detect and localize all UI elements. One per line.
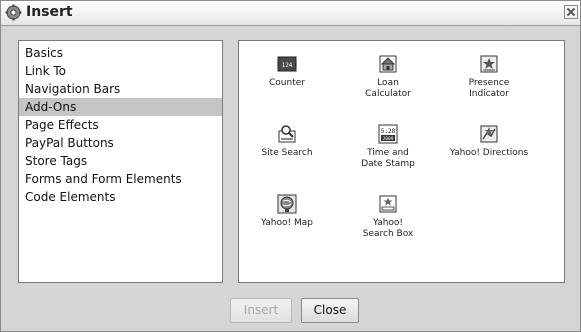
category-item-basics[interactable]: Basics xyxy=(19,44,222,62)
presence-indicator-icon xyxy=(478,53,500,75)
yahoo-map-icon xyxy=(276,193,298,215)
addon-label: Counter xyxy=(269,78,305,88)
addon-counter[interactable]: 124 Counter xyxy=(239,53,335,89)
addon-label: Site Search xyxy=(261,148,313,158)
yahoo-directions-icon xyxy=(478,123,500,145)
category-item-link-to[interactable]: Link To xyxy=(19,62,222,80)
date-icon-text: 2009 xyxy=(383,136,394,142)
category-list[interactable]: Basics Link To Navigation Bars Add-Ons Page … xyxy=(18,40,223,283)
category-item-store-tags[interactable]: Store Tags xyxy=(19,152,222,170)
addon-yahoo-map[interactable]: Yahoo! Map xyxy=(239,193,335,229)
addons-grid: 124 Counter Loan Calculator Presence Ind… xyxy=(238,40,565,283)
addon-yahoo-search-box[interactable]: Yahoo! Search Box xyxy=(340,193,436,240)
loan-calculator-icon xyxy=(377,53,399,75)
category-item-page-effects[interactable]: Page Effects xyxy=(19,116,222,134)
category-item-navigation-bars[interactable]: Navigation Bars xyxy=(19,80,222,98)
counter-icon-digits: 124 xyxy=(282,62,293,69)
insert-button[interactable]: Insert xyxy=(230,298,292,323)
addon-label: Yahoo! Search Box xyxy=(362,218,414,239)
insert-gear-icon xyxy=(5,4,22,21)
addon-label: Yahoo! Directions xyxy=(449,148,529,158)
addon-presence-indicator[interactable]: Presence Indicator xyxy=(441,53,537,100)
category-item-code-elements[interactable]: Code Elements xyxy=(19,188,222,206)
site-search-icon xyxy=(276,123,298,145)
title-bar[interactable]: Insert xyxy=(1,1,580,26)
addon-yahoo-directions[interactable]: Yahoo! Directions xyxy=(441,123,537,159)
addon-label: Yahoo! Map xyxy=(261,218,313,228)
yahoo-search-box-icon xyxy=(377,193,399,215)
addon-site-search[interactable]: Site Search xyxy=(239,123,335,159)
time-date-stamp-icon: 5:28 2009 xyxy=(377,123,399,145)
category-item-paypal-buttons[interactable]: PayPal Buttons xyxy=(19,134,222,152)
insert-dialog: Insert Basics Link To Navigation Bars Add-O… xyxy=(0,0,581,332)
close-button[interactable]: Close xyxy=(301,298,359,323)
addon-label: Presence Indicator xyxy=(468,78,510,99)
counter-icon: 124 xyxy=(276,53,298,75)
addon-loan-calculator[interactable]: Loan Calculator xyxy=(340,53,436,100)
category-item-add-ons[interactable]: Add-Ons xyxy=(19,98,222,116)
addon-time-date-stamp[interactable]: 5:28 2009 Time and Date Stamp xyxy=(340,123,436,170)
dialog-title: Insert xyxy=(26,4,73,20)
close-icon[interactable] xyxy=(564,5,578,19)
addon-label: Loan Calculator xyxy=(365,78,411,99)
addon-label: Time and Date Stamp xyxy=(361,148,415,169)
category-item-forms-and-form-elements[interactable]: Forms and Form Elements xyxy=(19,170,222,188)
time-icon-text: 5:28 xyxy=(381,128,396,135)
